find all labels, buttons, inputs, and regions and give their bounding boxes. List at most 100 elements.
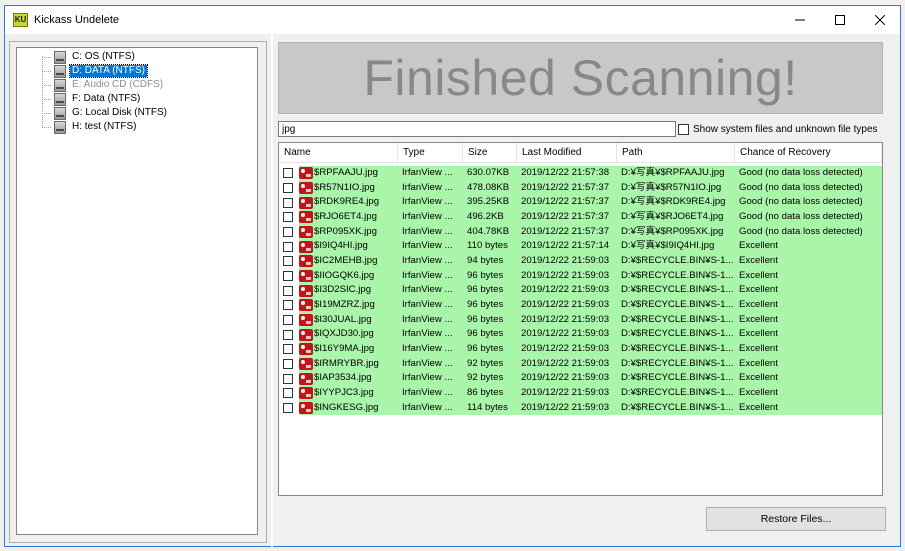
row-checkbox-area — [279, 342, 299, 357]
row-checkbox[interactable] — [283, 212, 293, 223]
row-checkbox[interactable] — [283, 329, 293, 340]
column-header-size[interactable]: Size — [463, 143, 517, 163]
restore-files-button[interactable]: Restore Files... — [706, 507, 886, 531]
table-row[interactable]: $IRMRYBR.jpg IrfanView ... 92 bytes 2019/12… — [279, 356, 882, 372]
drive-item[interactable]: H: test (NTFS) — [34, 120, 138, 134]
file-last-modified: 2019/12/22 21:59:03 — [517, 371, 617, 387]
table-row[interactable]: $I16Y9MA.jpg IrfanView ... 96 bytes 2019/12… — [279, 342, 882, 357]
irfanview-image-icon — [299, 328, 313, 341]
row-checkbox-area — [279, 180, 299, 196]
file-name: $I19MZRZ.jpg — [314, 298, 377, 313]
file-type: IrfanView ... — [398, 356, 463, 372]
row-checkbox[interactable] — [283, 388, 293, 399]
close-button[interactable] — [860, 6, 900, 34]
row-checkbox[interactable] — [283, 373, 293, 384]
row-checkbox[interactable] — [283, 344, 293, 355]
table-row[interactable]: $IYYPJC3.jpg IrfanView ... 86 bytes 2019/12… — [279, 386, 882, 401]
show-system-files-option[interactable]: Show system files and unknown file types — [678, 121, 878, 137]
drive-item[interactable]: G: Local Disk (NTFS) — [34, 106, 169, 120]
file-recovery-chance: Excellent — [735, 371, 882, 387]
file-last-modified: 2019/12/22 21:59:03 — [517, 342, 617, 357]
scan-status-text: Finished Scanning! — [363, 50, 798, 106]
file-type: IrfanView ... — [398, 386, 463, 401]
file-path: D:¥写真¥$RDK9RE4.jpg — [617, 195, 735, 210]
file-path: D:¥写真¥$RPFAAJU.jpg — [617, 166, 735, 181]
table-row[interactable]: $R57N1IO.jpg IrfanView ... 478.08KB 2019/12… — [279, 180, 882, 196]
irfanview-image-icon — [299, 314, 313, 327]
table-row[interactable]: $IIOGQK6.jpg IrfanView ... 96 bytes 2019/12… — [279, 268, 882, 284]
file-path: D:¥$RECYCLE.BIN¥S-1... — [617, 283, 735, 299]
file-recovery-chance: Excellent — [735, 400, 882, 416]
table-row[interactable]: $IAP3534.jpg IrfanView ... 92 bytes 2019/12… — [279, 371, 882, 387]
column-header-last-modified[interactable]: Last Modified — [517, 143, 617, 163]
row-checkbox-area — [279, 312, 299, 328]
row-checkbox[interactable] — [283, 285, 293, 296]
file-last-modified: 2019/12/22 21:57:37 — [517, 224, 617, 240]
file-size: 92 bytes — [463, 356, 517, 372]
row-checkbox-area — [279, 254, 299, 269]
table-row[interactable]: $RP095XK.jpg IrfanView ... 404.78KB 2019/12… — [279, 224, 882, 240]
file-recovery-chance: Good (no data loss detected) — [735, 180, 882, 196]
table-row[interactable]: $IQXJD30.jpg IrfanView ... 96 bytes 2019/12… — [279, 327, 882, 343]
file-name-cell: $INGKESG.jpg — [279, 400, 398, 416]
file-size: 395.25KB — [463, 195, 517, 210]
row-checkbox[interactable] — [283, 359, 293, 370]
column-header-type[interactable]: Type — [398, 143, 463, 163]
row-checkbox[interactable] — [283, 300, 293, 311]
file-name-cell: $I9IQ4HI.jpg — [279, 239, 398, 254]
file-recovery-chance: Excellent — [735, 312, 882, 328]
file-recovery-chance: Excellent — [735, 239, 882, 254]
tree-connector — [42, 98, 51, 100]
table-row[interactable]: $RPFAAJU.jpg IrfanView ... 630.07KB 2019/12… — [279, 166, 882, 181]
table-row[interactable]: $IC2MEHB.jpg IrfanView ... 94 bytes 2019/12… — [279, 254, 882, 269]
panel-splitter[interactable] — [271, 34, 273, 548]
row-checkbox[interactable] — [283, 227, 293, 237]
row-checkbox[interactable] — [283, 241, 293, 252]
row-checkbox[interactable] — [283, 182, 293, 193]
file-size: 96 bytes — [463, 342, 517, 357]
row-checkbox[interactable] — [283, 271, 293, 282]
row-checkbox[interactable] — [283, 197, 293, 208]
file-name: $I9IQ4HI.jpg — [314, 239, 370, 254]
column-header-name[interactable]: Name — [279, 143, 398, 163]
file-name-cell: $I30JUAL.jpg — [279, 312, 398, 328]
table-row[interactable]: $I3D2SIC.jpg IrfanView ... 96 bytes 2019/12… — [279, 283, 882, 299]
row-checkbox[interactable] — [283, 403, 293, 414]
table-row[interactable]: $RJO6ET4.jpg IrfanView ... 496.2KB 2019/12/… — [279, 210, 882, 225]
drive-item[interactable]: D: DATA (NTFS) — [34, 64, 148, 78]
row-checkbox[interactable] — [283, 315, 293, 326]
drive-item[interactable]: E: Audio CD (CDFS) — [34, 78, 165, 92]
table-row[interactable]: $RDK9RE4.jpg IrfanView ... 395.25KB 2019/12… — [279, 195, 882, 210]
column-header-chance-of-recovery[interactable]: Chance of Recovery — [735, 143, 882, 163]
file-type: IrfanView ... — [398, 254, 463, 269]
row-checkbox[interactable] — [283, 168, 293, 179]
close-icon — [875, 15, 885, 25]
drive-tree[interactable]: C: OS (NTFS) D: DATA (NTFS) E: Audio CD (C… — [16, 47, 258, 535]
irfanview-image-icon — [299, 343, 313, 356]
drive-item[interactable]: C: OS (NTFS) — [34, 50, 137, 64]
file-filter-input[interactable] — [278, 121, 676, 137]
column-header-path[interactable]: Path — [617, 143, 735, 163]
table-row[interactable]: $I9IQ4HI.jpg IrfanView ... 110 bytes 2019/1… — [279, 239, 882, 254]
file-path: D:¥$RECYCLE.BIN¥S-1... — [617, 312, 735, 328]
irfanview-image-icon — [299, 402, 313, 415]
file-last-modified: 2019/12/22 21:59:03 — [517, 312, 617, 328]
table-row[interactable]: $I30JUAL.jpg IrfanView ... 96 bytes 2019/12… — [279, 312, 882, 328]
file-name: $IYYPJC3.jpg — [314, 386, 376, 401]
minimize-button[interactable] — [780, 6, 820, 34]
file-name-cell: $IIOGQK6.jpg — [279, 268, 398, 284]
table-row[interactable]: $INGKESG.jpg IrfanView ... 114 bytes 2019/1… — [279, 400, 882, 416]
recoverable-files-list[interactable]: Name Type Size Last Modified Path Chance of R… — [278, 142, 883, 496]
show-system-files-label: Show system files and unknown file types — [693, 123, 878, 135]
row-checkbox[interactable] — [283, 256, 293, 267]
maximize-button[interactable] — [820, 6, 860, 34]
show-system-files-checkbox[interactable] — [678, 123, 689, 135]
drive-item[interactable]: F: Data (NTFS) — [34, 92, 142, 106]
table-row[interactable]: $I19MZRZ.jpg IrfanView ... 96 bytes 2019/12… — [279, 298, 882, 313]
file-name-cell: $RDK9RE4.jpg — [279, 195, 398, 210]
file-type: IrfanView ... — [398, 268, 463, 284]
file-name-cell: $I16Y9MA.jpg — [279, 342, 398, 357]
irfanview-image-icon — [299, 255, 313, 268]
drive-label: H: test (NTFS) — [72, 121, 137, 132]
file-name: $I30JUAL.jpg — [314, 312, 374, 328]
